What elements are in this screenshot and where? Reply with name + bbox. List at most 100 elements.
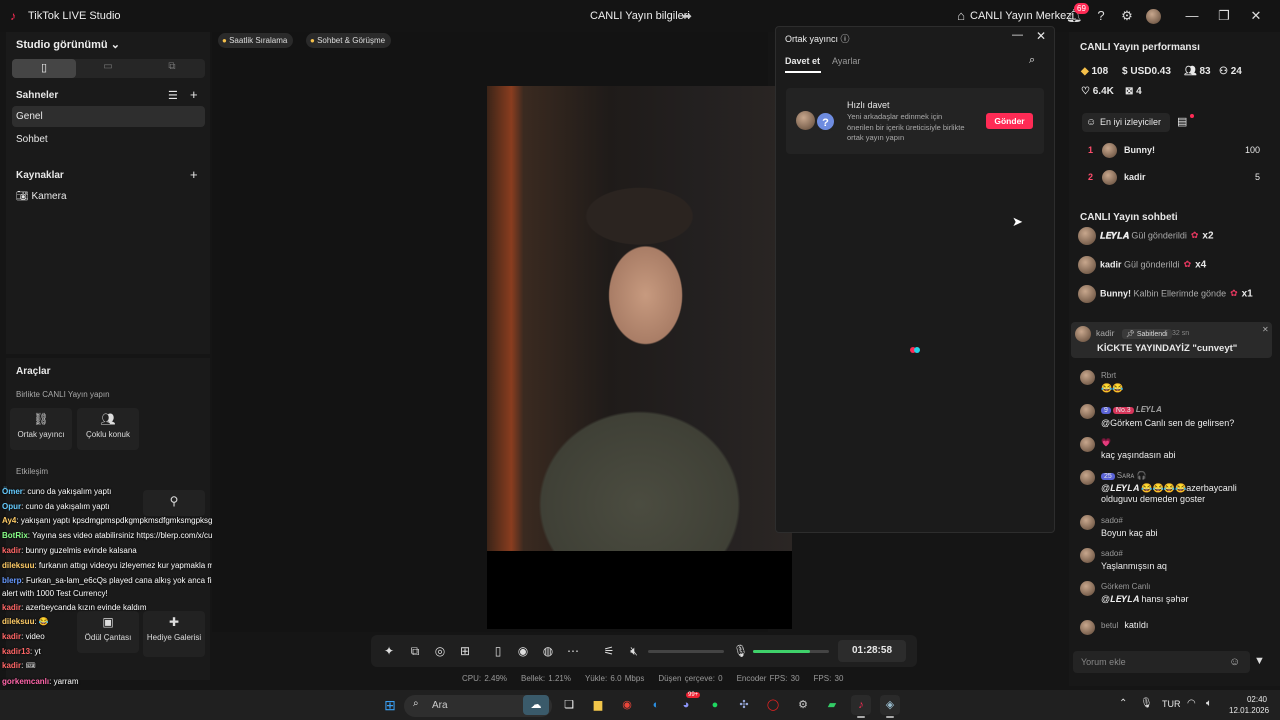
list-icon[interactable]: ☰ <box>168 89 178 102</box>
overlay-chat-text: : bunny guzelmis evinde kalsana <box>21 546 137 555</box>
minimize-icon[interactable]: — <box>1012 29 1023 41</box>
tab-invite[interactable]: Davet et <box>785 56 820 66</box>
fps-stat: FPS: 30 <box>813 674 844 683</box>
add-media-icon[interactable]: ⊞ <box>458 644 472 658</box>
tab-settings[interactable]: Ayarlar <box>832 56 860 66</box>
wifi-icon[interactable]: ◠ <box>1187 698 1196 709</box>
live-center-button[interactable]: CANLI Yayın Merkezi <box>970 10 1074 22</box>
comment-user[interactable]: Görkem Canlı <box>1101 582 1150 591</box>
edge-icon[interactable]: ◐ <box>646 695 666 715</box>
cohost-tool-button[interactable]: ⛓ Ortak yayıncı <box>10 408 72 450</box>
multi-guest-tool-button[interactable]: 👥︎ Çoklu konuk <box>77 408 139 450</box>
comment-avatar <box>1080 548 1095 563</box>
profile-avatar[interactable] <box>1146 9 1161 24</box>
microphone-icon[interactable]: 🎙︎ <box>733 644 748 658</box>
overlay-chat-line: BotRix: Yayına ses video atabilirsiniz h… <box>2 531 232 540</box>
active-indicator <box>886 716 894 718</box>
pin-tool-button[interactable]: ⚲ <box>143 490 205 516</box>
landscape-icon[interactable]: ▭ <box>76 61 140 72</box>
search-icon: ⌕ <box>413 698 419 709</box>
comment-input[interactable]: Yorum ekle <box>1073 651 1250 673</box>
close-icon[interactable]: ✕ <box>1262 325 1269 334</box>
opera-icon[interactable]: ◯ <box>763 695 783 715</box>
audio-mixer-icon[interactable]: ⚟ <box>602 644 616 658</box>
comment-user[interactable]: Sᴀʀᴀ 🎧 <box>1117 471 1147 480</box>
camera-preview <box>487 86 792 551</box>
source-item-camera[interactable]: 📷︎ Kamera <box>16 191 67 202</box>
comment-user[interactable]: betul <box>1101 621 1118 630</box>
memory-stat: Bellek: 1.21% <box>521 674 571 683</box>
scene-item-sohbet[interactable]: Sohbet <box>16 134 48 145</box>
emoji-icon[interactable]: ☺ <box>1229 656 1240 668</box>
microphone-icon[interactable]: 🎙︎ <box>1140 698 1153 709</box>
volume-slider[interactable] <box>648 650 724 653</box>
phone-icon[interactable]: ▯ <box>491 644 505 658</box>
fire-icon: ● <box>310 36 315 45</box>
task-view-icon[interactable]: ❏ <box>559 695 579 715</box>
gift-list-icon[interactable]: ▤ <box>1177 115 1187 128</box>
active-indicator <box>857 716 865 718</box>
studio-view-dropdown[interactable]: Studio görünümü ⌄ <box>16 38 120 51</box>
comment-user[interactable]: 𝑳𝑬𝒀𝑳𝑨 <box>1136 405 1162 414</box>
windows-start-icon[interactable]: ⊞ <box>380 695 400 715</box>
camera-toggle-icon[interactable]: ◍ <box>541 644 555 658</box>
mic-level-fill <box>753 650 810 653</box>
add-scene-button[interactable]: + <box>190 87 198 102</box>
steam-icon[interactable]: ◈ <box>880 695 900 715</box>
widget-icon[interactable]: ☁ <box>523 695 549 715</box>
performance-stats: CPU: 2.49% Bellek: 1.21% Yükle: 6.0 Mbps Dü… <box>462 674 857 683</box>
maximize-icon[interactable]: ❐ <box>1216 8 1232 24</box>
add-source-button[interactable]: + <box>190 167 198 182</box>
speaker-muted-icon[interactable]: 🔇︎ <box>627 644 641 659</box>
comment-user[interactable]: sado# <box>1101 549 1123 558</box>
fire-icon: ● <box>222 36 227 45</box>
spotify-icon[interactable]: ● <box>705 695 725 715</box>
chip-label: Sohbet & Görüşme <box>317 36 386 45</box>
send-invite-button[interactable]: Gönder <box>986 113 1033 129</box>
camera-icon: 📷︎ <box>16 191 29 202</box>
overlay-chat-user: kadir <box>2 661 22 670</box>
magic-wand-icon[interactable]: ✦ <box>382 644 396 658</box>
notification-dot <box>1190 114 1194 118</box>
discord-icon[interactable]: ◕ <box>676 695 696 715</box>
record-icon[interactable]: ◉ <box>516 644 530 658</box>
chat-call-chip[interactable]: ● Sohbet & Görüşme <box>306 33 392 48</box>
close-icon[interactable]: ✕ <box>1248 8 1264 24</box>
top-viewer-name[interactable]: Bunny! <box>1124 145 1155 155</box>
chrome-icon[interactable]: ◉ <box>617 695 637 715</box>
home-icon[interactable]: ⌂ <box>953 8 969 23</box>
help-icon[interactable]: ? <box>1093 8 1109 23</box>
gift-gallery-tool-button[interactable]: ✚ Hediye Galerisi <box>143 611 205 657</box>
stream-info-button[interactable]: CANLI Yayın bilgileri <box>590 10 690 22</box>
app-icon[interactable]: ✣ <box>734 695 754 715</box>
app-icon[interactable]: ▰ <box>822 695 842 715</box>
beauty-icon[interactable]: ◎ <box>433 644 447 658</box>
comment-user[interactable]: 💗 <box>1101 438 1111 447</box>
file-explorer-icon[interactable]: ▆ <box>588 695 608 715</box>
dual-layout-icon[interactable]: ⧉ <box>140 61 204 72</box>
share-icon[interactable]: ➦ <box>682 9 692 23</box>
hourly-ranking-chip[interactable]: ● Saatlik Sıralama <box>218 33 294 48</box>
volume-icon[interactable]: 🔈︎ <box>1206 698 1212 709</box>
send-icon[interactable]: ▼ <box>1254 655 1265 667</box>
language-indicator[interactable]: TUR <box>1162 699 1181 709</box>
portrait-icon[interactable]: ▯ <box>12 59 76 78</box>
comment-user[interactable]: sado# <box>1101 516 1123 525</box>
comment-user[interactable]: Rbrt <box>1101 371 1116 380</box>
effects-icon[interactable]: ⧉ <box>408 644 422 659</box>
earnings-stat: $ USD0.43 <box>1122 66 1171 77</box>
clock[interactable]: 02:40 12.01.2026 <box>1229 694 1269 716</box>
help-icon[interactable]: ⓘ <box>841 34 850 44</box>
app-icon[interactable]: ⚙ <box>793 695 813 715</box>
close-icon[interactable]: ✕ <box>1036 29 1046 43</box>
chevron-up-icon[interactable]: ⌃ <box>1119 698 1127 709</box>
minimize-icon[interactable]: — <box>1184 8 1200 23</box>
top-viewers-button[interactable]: En iyi izleyiciler <box>1082 113 1170 132</box>
scene-item-genel[interactable]: Genel <box>12 106 205 127</box>
gear-icon[interactable]: ⚙ <box>1119 8 1135 24</box>
more-icon[interactable]: ⋯ <box>566 644 580 658</box>
search-icon[interactable]: ⌕ <box>1029 54 1035 67</box>
top-viewer-name[interactable]: kadir <box>1124 172 1146 182</box>
tiktok-live-studio-taskbar-icon[interactable]: ♪ <box>851 695 871 715</box>
reward-bag-tool-button[interactable]: ▣ Ödül Çantası <box>77 611 139 653</box>
